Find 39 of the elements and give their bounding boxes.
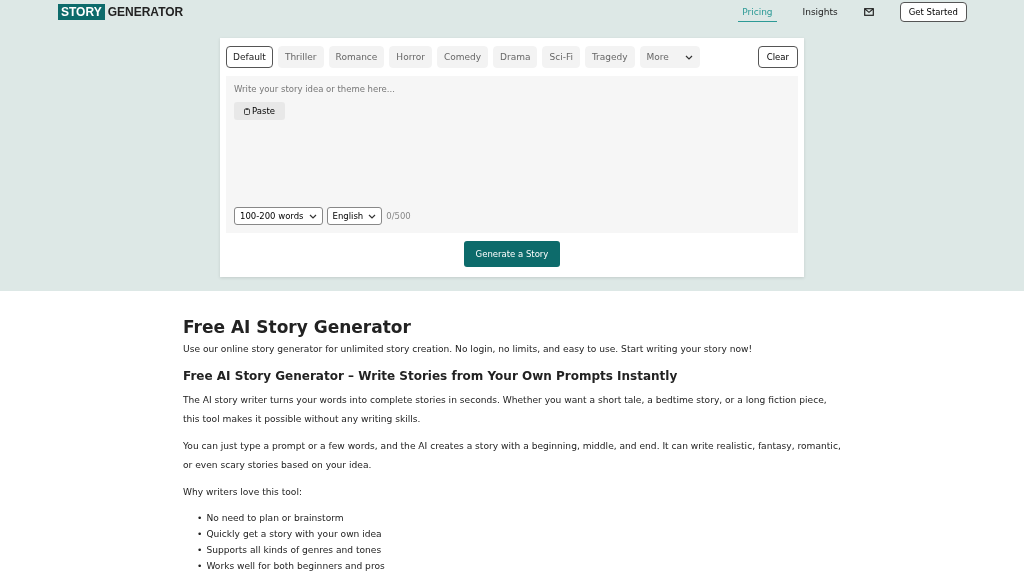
genre-tab[interactable]: Horror — [389, 46, 432, 68]
genre-tab[interactable]: Default — [226, 46, 273, 68]
length-dropdown[interactable]: 100-200 words — [234, 207, 323, 225]
page-heading: Free AI Story Generator — [183, 317, 412, 337]
genre-tab[interactable]: Comedy — [436, 46, 489, 68]
more-dropdown[interactable]: More — [639, 46, 700, 68]
paste-button[interactable]: Paste — [234, 102, 285, 120]
clipboard-icon — [244, 107, 250, 115]
clear-button[interactable]: Clear — [757, 46, 798, 68]
bullet-item: Supports all kinds of genres and tones — [206, 544, 382, 557]
paragraph: The AI story writer turns your words into complete stories in seconds. Whether you want a short tale, a bedtime story, or a long fiction piece, this tool makes it possible without any writing skills. — [183, 394, 828, 426]
genre-tab[interactable]: Romance — [328, 46, 385, 68]
story-input-field[interactable]: Write your story idea or theme here... Paste 100-200 words English 0/500 — [226, 76, 798, 233]
generate-button[interactable]: Generate a Story — [463, 241, 561, 267]
section-heading: Free AI Story Generator – Write Stories from Your Own Prompts Instantly — [183, 369, 679, 383]
genre-tab[interactable]: Thriller — [277, 46, 324, 68]
bullet-marker: • — [197, 544, 203, 557]
bullet-item: Works well for both beginners and pros — [206, 560, 385, 573]
genre-tab[interactable]: Drama — [493, 46, 538, 68]
bullet-item: Quickly get a story with your own idea — [206, 528, 382, 541]
genre-tab[interactable]: Tragedy — [584, 46, 635, 68]
intro-text: Use our online story generator for unlimited story creation. No login, no limits, and easy to use. Start writing your story now! — [183, 343, 754, 356]
get-started-button[interactable]: Get Started — [899, 2, 967, 22]
chevron-icon — [368, 213, 377, 219]
language-dropdown[interactable]: English — [326, 207, 383, 225]
logo-text[interactable]: GENERATOR — [107, 5, 184, 19]
paragraph: You can just type a prompt or a few words, and the AI creates a story with a beginning, middle, and end. It can write realistic, fantasy, romantic, or even scary stories based on your idea. — [183, 440, 841, 472]
paragraph: Why writers love this tool: — [183, 486, 303, 499]
chevron-icon — [308, 213, 317, 219]
bullet-marker: • — [197, 528, 203, 541]
chevron-icon — [684, 54, 693, 60]
bullet-item: No need to plan or brainstorm — [206, 512, 344, 525]
bullet-marker: • — [197, 512, 203, 525]
logo-badge[interactable]: STORY — [58, 4, 105, 20]
bullet-marker: • — [197, 560, 203, 573]
genre-tab[interactable]: Sci-Fi — [542, 46, 580, 68]
mail-icon[interactable] — [863, 8, 874, 16]
nav-link[interactable]: Insights — [798, 3, 842, 21]
character-counter: 0/500 — [386, 211, 411, 221]
